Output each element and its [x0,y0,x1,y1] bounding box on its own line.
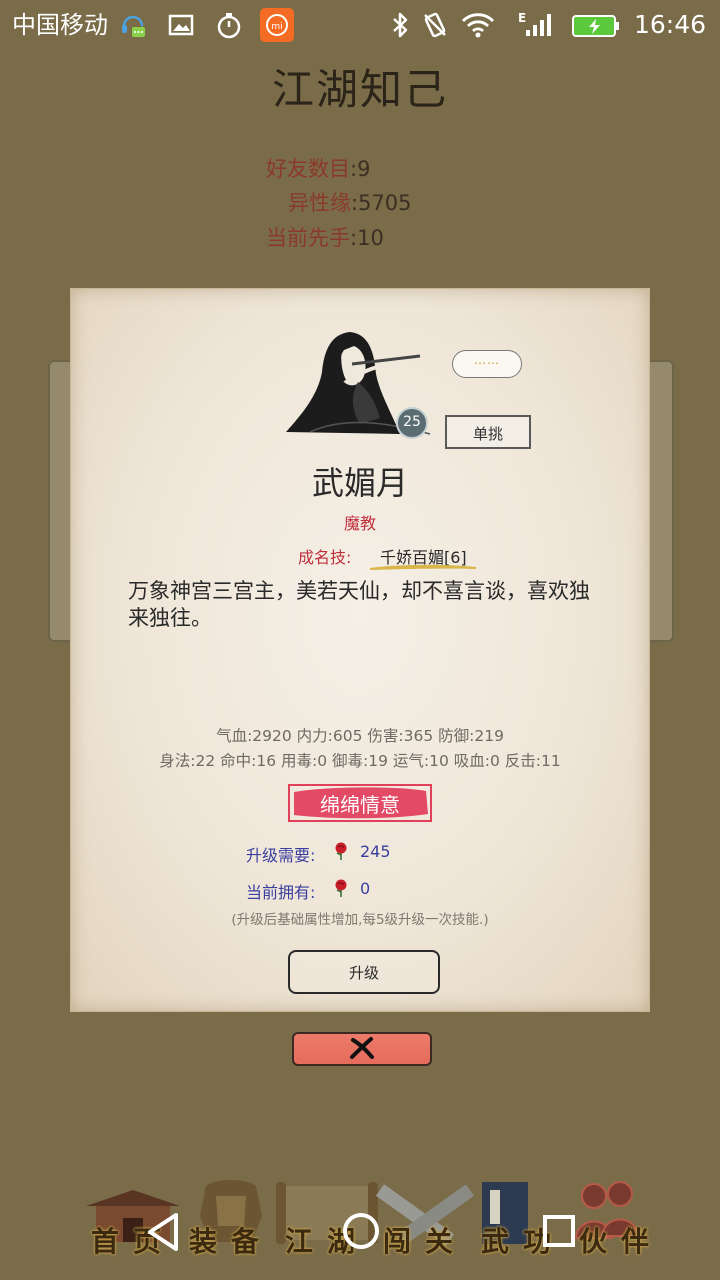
image-icon [168,14,194,36]
recent-apps-icon[interactable] [542,1214,576,1248]
wifi-icon [462,13,494,38]
character-description: 万象神宫三宫主，美若天仙，却不喜言谈，喜欢独来独往。 [128,579,590,630]
close-icon [350,1037,374,1059]
upgrade-button[interactable]: 升级 [288,950,440,994]
status-bar: 中国移动 mi E 16:46 [0,0,720,50]
nav-companions[interactable]: 伙伴 [566,1176,676,1266]
rose-icon [335,842,347,860]
duel-button-label: 单挑 [472,425,503,443]
signature-skill-label: 成名技: [298,548,352,567]
character-name: 武媚月 [311,464,408,502]
upgrade-need-value: 245 [360,842,391,861]
page-title: 江湖知己 [271,65,448,114]
speech-bubble-text: …… [474,353,500,367]
rose-icon [335,879,347,897]
back-icon[interactable] [146,1212,180,1252]
character-faction: 魔教 [343,514,376,533]
home-system-icon[interactable] [342,1212,380,1250]
stat-label: 好友数目 [266,157,350,181]
nav-equipment-label: 装备 [188,1225,273,1258]
affection-title-text: 绵绵情意 [320,793,400,817]
skill-underline-stroke [370,564,476,570]
headset-chat-icon [122,15,145,37]
stat-label: 异性缘 [288,191,351,215]
duel-button[interactable]: 单挑 [445,415,531,449]
nav-equipment[interactable]: 装备 [176,1176,286,1266]
stat-value: 9 [357,157,371,181]
close-button[interactable] [292,1032,432,1066]
upgrade-need-label: 升级需要: [246,846,316,865]
upgrade-note: (升级后基础属性增加,每5级升级一次技能.) [231,912,489,928]
nav-challenge-label: 闯关 [382,1225,467,1258]
current-own-label: 当前拥有: [246,883,316,902]
stat-label: 当前先手 [266,226,350,250]
svg-text:mi: mi [271,22,282,32]
clock: 16:46 [634,10,707,39]
stat-charm: 异性缘:5705 [288,191,412,215]
bluetooth-icon [393,12,408,38]
vibrate-off-icon [424,12,446,38]
stat-value: 5705 [358,191,412,215]
stat-value: 10 [357,226,384,250]
attributes-row-1: 气血:2920 内力:605 伤害:365 防御:219 [216,727,504,745]
battery-charging-icon [572,15,619,37]
nav-companions-label: 伙伴 [578,1225,663,1258]
stat-initiative: 当前先手:10 [266,226,384,250]
stopwatch-icon [217,13,241,39]
stat-friend-count: 好友数目:9 [266,157,371,181]
upgrade-button-label: 升级 [348,964,379,982]
level-badge: 25 [396,407,428,439]
mi-app-icon: mi [260,8,294,42]
speech-bubble: …… [452,350,522,378]
signal-icon [526,14,551,36]
nav-challenge[interactable]: 闯关 [370,1176,480,1266]
level-value: 25 [403,414,421,430]
affection-title: 绵绵情意 [288,784,432,822]
current-own-value: 0 [360,879,371,898]
attributes-row-2: 身法:22 命中:16 用毒:0 御毒:19 运气:10 吸血:0 反击:11 [159,752,561,770]
carrier-name: 中国移动 [12,11,108,39]
